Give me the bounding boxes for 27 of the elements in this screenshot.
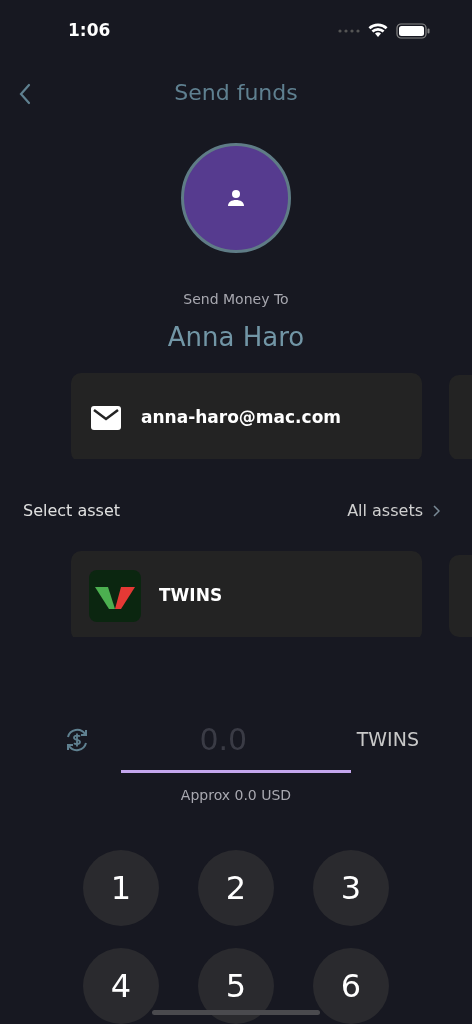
chevron-icon	[433, 504, 440, 517]
wifi-icon	[368, 23, 388, 39]
approx-value: Approx 0.0 USD	[180, 786, 292, 805]
back-icon	[19, 82, 31, 105]
asset-card[interactable]: TWINS	[71, 550, 422, 638]
mail-icon	[91, 405, 121, 430]
keypad-key[interactable]: 6	[313, 948, 389, 1024]
contact-email: anna-haro@mac.com	[141, 405, 342, 429]
signal-icon	[338, 28, 360, 33]
keypad-key[interactable]: 4	[83, 948, 159, 1024]
keypad-key[interactable]: 5	[198, 948, 274, 1024]
recipient-name: Anna Haro	[167, 321, 305, 355]
battery-icon	[396, 22, 430, 39]
asset-logo-icon	[89, 569, 141, 622]
all-assets-link[interactable]: All assets	[347, 498, 440, 523]
keypad-key[interactable]: 1	[83, 850, 159, 926]
asset-name: TWINS	[159, 583, 223, 607]
keypad-key[interactable]: 2	[198, 850, 274, 926]
status-time: 1:06	[68, 19, 111, 42]
page-title: Send funds	[174, 78, 298, 107]
person-icon	[227, 189, 245, 208]
keypad-key[interactable]: 3	[313, 850, 389, 926]
currency-swap-icon[interactable]	[64, 726, 90, 753]
amount-unit: TWINS	[356, 727, 419, 753]
contact-card[interactable]: anna-haro@mac.com	[71, 373, 422, 459]
section-label: Select asset	[23, 499, 121, 522]
recipient-caption: Send Money To	[183, 290, 289, 310]
